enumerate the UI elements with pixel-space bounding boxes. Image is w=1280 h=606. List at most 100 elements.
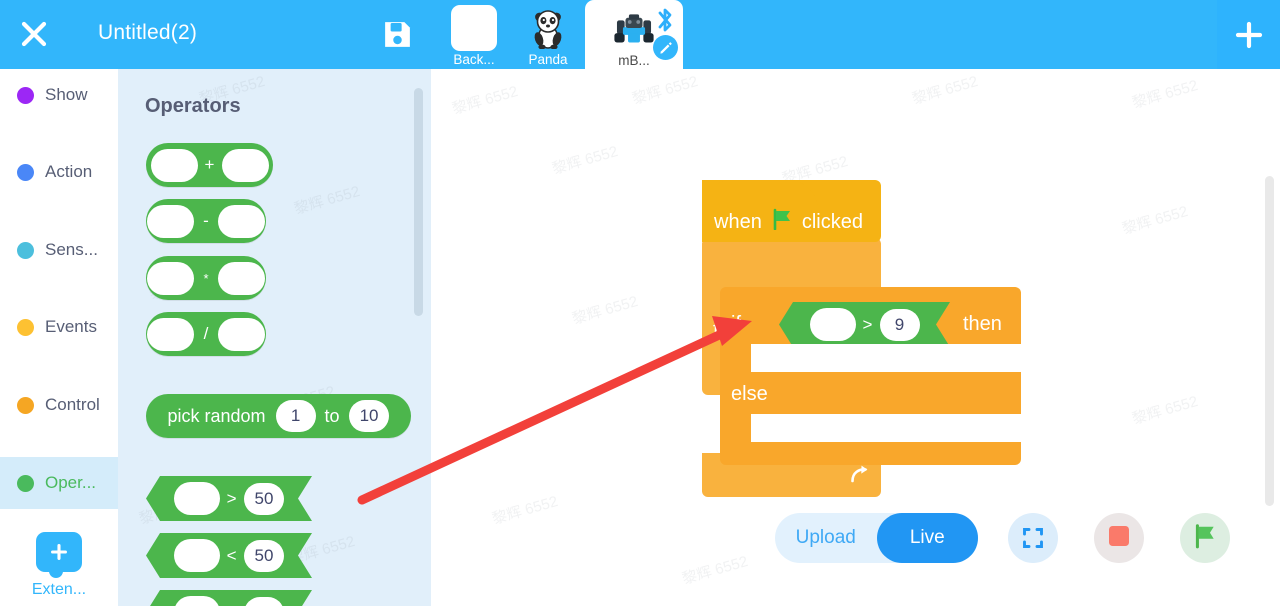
else-branch-notch (763, 414, 793, 423)
block-palette: Operators 黎辉 6552 黎辉 6552 黎辉 6552 黎辉 655… (118, 69, 431, 606)
tab-panda-label: Panda (528, 52, 568, 67)
if-branch-notch (763, 344, 793, 353)
watermark: 黎辉 6552 (680, 552, 750, 588)
when-text: when (714, 210, 762, 233)
live-mode-option[interactable]: Live (876, 513, 978, 563)
add-block-slot-2[interactable] (221, 148, 269, 182)
category-sidebar: Show Action Sens... Events Control Oper.… (0, 69, 118, 606)
divide-block-operator: / (203, 324, 209, 343)
category-dot-sensing (17, 241, 34, 259)
sidebar-item-action[interactable]: Action (0, 146, 118, 198)
green-flag-icon (1192, 523, 1218, 554)
else-branch-slot[interactable] (751, 414, 1021, 442)
upload-live-toggle[interactable]: Upload Live (775, 513, 978, 563)
subtract-block[interactable]: - (146, 199, 266, 243)
watermark: 黎辉 6552 (1130, 76, 1200, 112)
equals-slot[interactable] (174, 596, 220, 606)
if-label: if (731, 313, 741, 335)
watermark: 黎辉 6552 (1120, 202, 1190, 238)
sidebar-item-show[interactable]: Show (0, 69, 118, 121)
category-dot-show (17, 86, 34, 104)
upload-mode-option[interactable]: Upload (775, 513, 877, 563)
script-canvas[interactable]: 黎辉 6552 黎辉 6552 黎辉 6552 黎辉 6552 黎辉 6552 … (431, 69, 1280, 606)
less-than-block[interactable]: < 50 (146, 533, 312, 578)
canvas-scrollbar[interactable] (1265, 176, 1274, 506)
add-block-slot-1[interactable] (150, 148, 198, 182)
add-extension-button[interactable]: Exten... (0, 524, 118, 606)
condition-right-value[interactable]: 9 (880, 309, 920, 341)
watermark: 黎辉 6552 (570, 292, 640, 328)
green-flag-icon (771, 208, 793, 236)
if-branch-slot[interactable] (751, 344, 1021, 372)
tab-mbot-label: mB... (618, 53, 650, 68)
subtract-block-slot-1[interactable] (147, 204, 194, 238)
stop-button[interactable] (1094, 513, 1144, 563)
category-dot-events (17, 318, 34, 336)
greater-than-condition-block[interactable]: > 9 (779, 302, 950, 347)
greater-than-block[interactable]: > 50 (146, 476, 312, 521)
equals-operator: = (226, 603, 238, 606)
pick-random-to-input[interactable]: 10 (348, 400, 390, 432)
loop-arrow-icon (849, 464, 871, 491)
add-block[interactable]: + (146, 143, 273, 187)
palette-scrollbar[interactable] (414, 88, 423, 316)
tab-panda[interactable]: Panda (511, 0, 585, 69)
pick-random-to-label: to (324, 405, 340, 426)
sidebar-item-control[interactable]: Control (0, 379, 118, 431)
start-button[interactable] (1180, 513, 1230, 563)
sidebar-item-operators[interactable]: Oper... (0, 457, 118, 509)
app-header: Untitled(2) Back... Panda mB... (0, 0, 1280, 69)
fullscreen-icon (1023, 528, 1043, 548)
less-than-value[interactable]: 50 (244, 540, 285, 572)
if-else-block[interactable]: if then else > 9 (720, 287, 1021, 465)
multiply-block[interactable]: * (146, 256, 266, 300)
multiply-block-slot-1[interactable] (147, 261, 194, 295)
stop-icon (1108, 525, 1130, 552)
add-device-button[interactable] (1217, 0, 1280, 69)
category-dot-action (17, 163, 34, 181)
divide-block-slot-2[interactable] (218, 317, 265, 351)
pick-random-block[interactable]: pick random 1 to 10 (146, 394, 411, 438)
pick-random-from-input[interactable]: 1 (275, 400, 316, 432)
divide-block[interactable]: / (146, 312, 266, 356)
watermark: 黎辉 6552 (630, 72, 700, 108)
sidebar-item-show-label: Show (45, 85, 88, 104)
fullscreen-button[interactable] (1008, 513, 1058, 563)
watermark: 黎辉 6552 (292, 182, 362, 218)
sidebar-item-sensing[interactable]: Sens... (0, 224, 118, 276)
watermark: 黎辉 6552 (910, 72, 980, 108)
palette-category-title: Operators (145, 95, 241, 117)
category-dot-control (17, 396, 34, 414)
page-title: Untitled(2) (98, 21, 198, 44)
then-label: then (963, 313, 1002, 335)
plus-icon (1235, 21, 1262, 48)
watermark: 黎辉 6552 (1130, 392, 1200, 428)
equals-value[interactable]: 50 (244, 597, 285, 606)
condition-operator: > (862, 314, 873, 334)
multiply-block-slot-2[interactable] (218, 261, 265, 295)
pencil-icon[interactable] (653, 35, 678, 60)
greater-than-slot[interactable] (174, 482, 220, 515)
watermark: 黎辉 6552 (450, 82, 520, 118)
add-block-operator: + (204, 155, 215, 174)
panda-sprite-icon (525, 5, 571, 51)
tab-mbot[interactable]: mB... (585, 0, 683, 69)
sidebar-item-events[interactable]: Events (0, 301, 118, 353)
subtract-block-slot-2[interactable] (218, 204, 265, 238)
tab-backdrop[interactable]: Back... (437, 0, 511, 69)
backdrop-icon (451, 5, 497, 51)
sidebar-item-control-label: Control (45, 395, 100, 414)
equals-block[interactable]: = 50 (146, 590, 312, 606)
header-left-region: Untitled(2) (0, 0, 432, 69)
when-flag-clicked-block[interactable]: when clicked (702, 180, 881, 242)
pick-random-label: pick random (167, 405, 266, 426)
condition-left-slot[interactable] (810, 308, 856, 341)
less-than-slot[interactable] (174, 539, 220, 572)
sidebar-item-action-label: Action (45, 162, 93, 181)
sidebar-item-sensing-label: Sens... (45, 240, 98, 259)
close-icon[interactable] (16, 16, 52, 52)
sidebar-item-operators-label: Oper... (45, 473, 97, 492)
save-icon[interactable] (381, 18, 414, 51)
greater-than-value[interactable]: 50 (244, 483, 285, 515)
divide-block-slot-1[interactable] (147, 317, 194, 351)
